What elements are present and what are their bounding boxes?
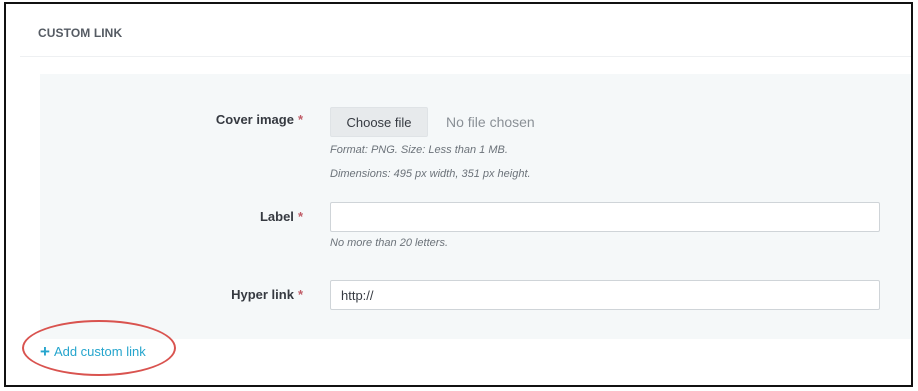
label-field-label-text: Label <box>259 209 294 224</box>
label-field-label: Label * <box>260 209 303 224</box>
title-divider <box>20 56 911 57</box>
required-asterisk: * <box>297 287 303 302</box>
add-custom-link-label: Add custom link <box>53 344 146 359</box>
cover-image-format-help: Format: PNG. Size: Less than 1 MB. <box>330 144 508 156</box>
add-custom-link-button[interactable]: + Add custom link <box>40 343 146 360</box>
label-input[interactable] <box>330 202 880 232</box>
required-asterisk: * <box>297 209 303 224</box>
choose-file-button[interactable]: Choose file <box>330 107 428 137</box>
file-status-text: No file chosen <box>446 114 535 130</box>
cover-image-label: Cover image * <box>216 112 303 127</box>
plus-icon: + <box>40 342 50 361</box>
hyper-link-input[interactable] <box>330 280 880 310</box>
hyper-link-label-text: Hyper link <box>231 287 294 302</box>
cover-image-dimensions-help: Dimensions: 495 px width, 351 px height. <box>330 168 531 180</box>
screenshot-frame: CUSTOM LINK Cover image * Choose file No … <box>4 2 913 387</box>
panel-title: CUSTOM LINK <box>38 26 123 40</box>
label-help: No more than 20 letters. <box>330 237 449 249</box>
required-asterisk: * <box>297 112 303 127</box>
hyper-link-label: Hyper link * <box>231 287 303 302</box>
cover-image-label-text: Cover image <box>215 112 294 127</box>
custom-link-form: Cover image * Choose file No file chosen … <box>40 74 911 339</box>
